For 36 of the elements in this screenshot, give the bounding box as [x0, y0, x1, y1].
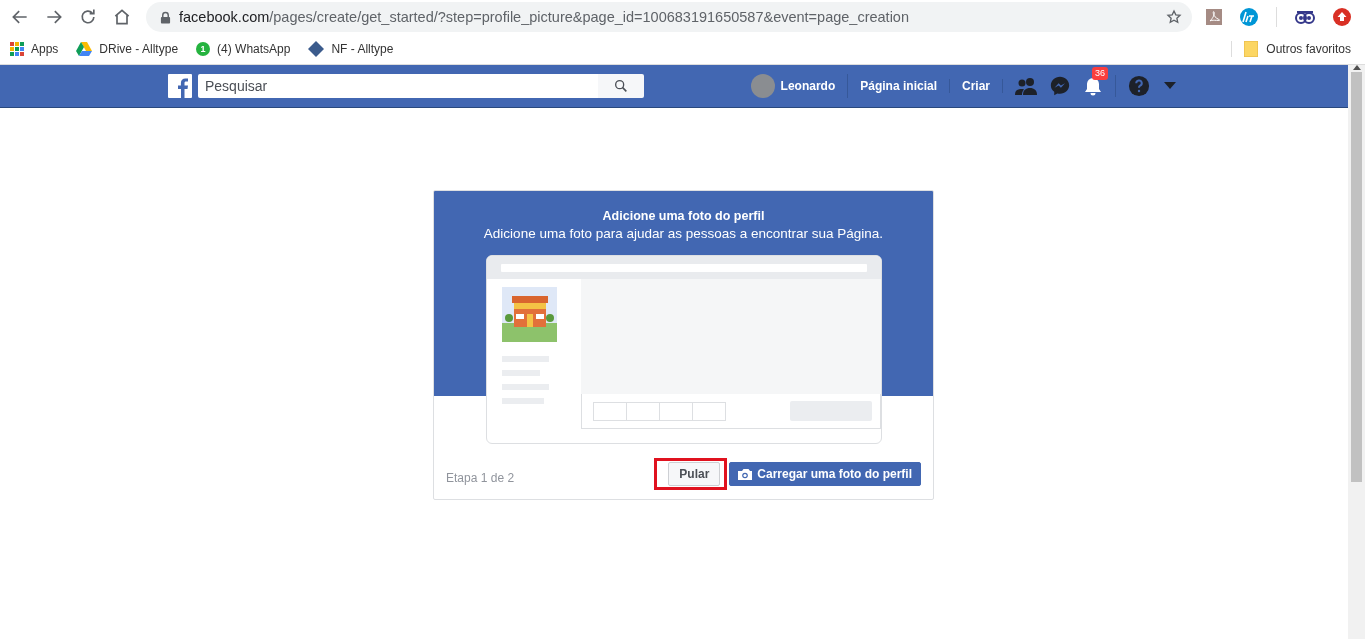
search-icon [613, 78, 629, 94]
nav-link[interactable]: Página inicial [848, 79, 950, 93]
bookmark-link[interactable]: NF - Alltype [331, 42, 394, 56]
lock-icon [160, 10, 171, 24]
address-bar[interactable]: facebook.com/pages/create/get_started/?step=profile_picture&page_id=100683191650587&event=page_creation [146, 2, 1192, 32]
notification-badge: 1 [196, 42, 211, 56]
friends-icon[interactable] [1015, 76, 1037, 96]
bell-icon[interactable] [1083, 76, 1103, 96]
drive-triangle-icon[interactable] [76, 42, 93, 56]
apps-grid-icon[interactable] [10, 42, 24, 56]
profile-link[interactable]: Leonardo [780, 79, 836, 93]
step-indicator: Etapa 1 de 2 [446, 471, 515, 485]
messenger-icon[interactable] [1049, 75, 1071, 97]
bookmark-link[interactable]: (4) WhatsApp [217, 42, 291, 56]
facebook-logo-icon[interactable] [168, 74, 192, 98]
folder-icon [1244, 41, 1259, 57]
star-icon[interactable] [1166, 9, 1182, 25]
url-text: facebook.com/pages/create/get_started/?step=profile_picture&page_id=100683191650587&event=page_creation [179, 9, 910, 25]
camera-icon [738, 468, 753, 480]
dialog-title: Adicione uma foto do perfil [602, 209, 765, 223]
caret-down-icon[interactable] [1164, 82, 1176, 90]
bookmark-link[interactable]: DRive - Alltype [99, 42, 179, 56]
upload-photo-button[interactable]: Carregar uma foto do perfil [729, 462, 921, 486]
search-button[interactable] [598, 74, 644, 98]
skip-button[interactable]: Pular [668, 462, 721, 486]
search-field[interactable]: Pesquisar [198, 74, 598, 98]
scroll-up-icon[interactable] [1352, 65, 1361, 70]
bookmark-folder[interactable]: Outros favoritos [1266, 42, 1351, 56]
notification-count: 36 [1092, 67, 1108, 80]
scrollbar[interactable] [1348, 65, 1365, 639]
reload-icon[interactable] [78, 7, 98, 27]
home-icon[interactable] [112, 7, 132, 27]
bookmark-link[interactable]: Apps [31, 42, 59, 56]
help-icon[interactable] [1128, 75, 1150, 97]
dialog-subtitle: Adicione uma foto para ajudar as pessoas a encontrar sua Página. [483, 226, 884, 241]
nav-link[interactable]: Criar [950, 79, 1003, 93]
